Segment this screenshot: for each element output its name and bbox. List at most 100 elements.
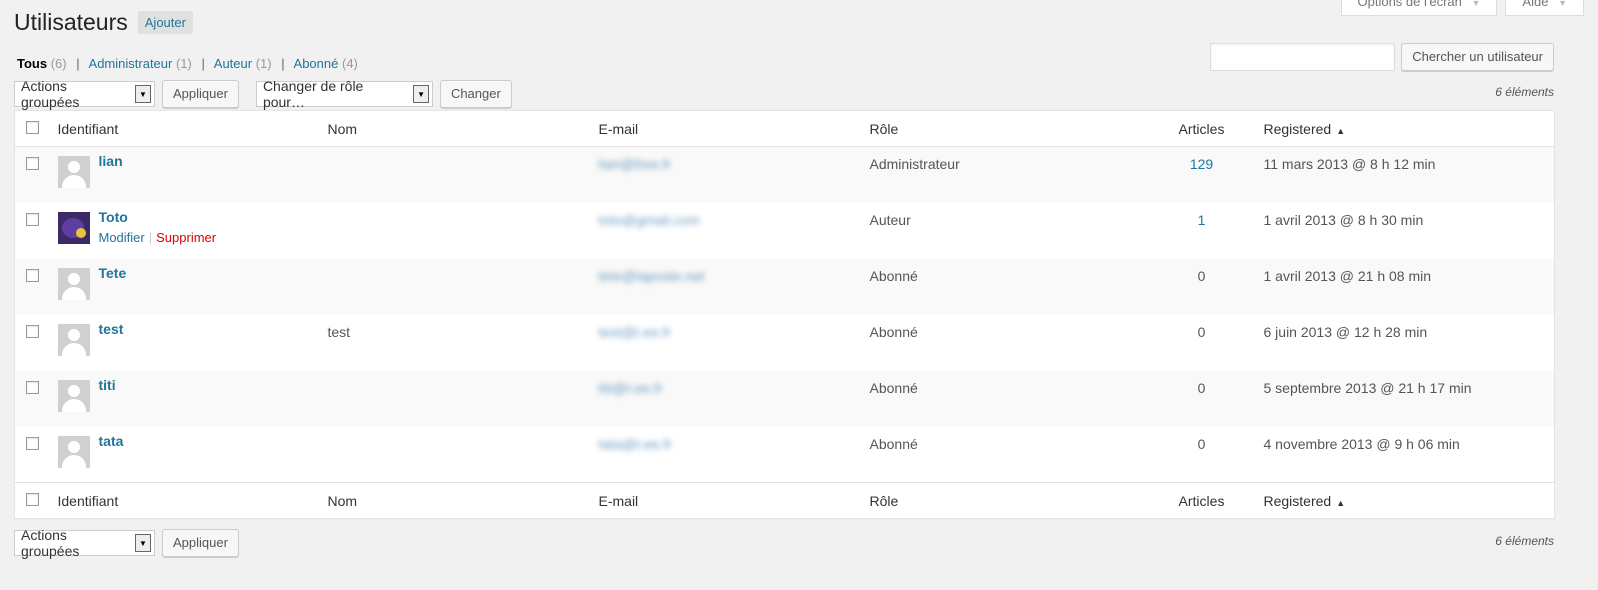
column-name[interactable]: Nom <box>327 482 599 519</box>
table-row: Tete tete@laposte.net Abonné 0 1 avril 2013 … <box>14 258 1555 315</box>
column-role: Rôle <box>869 110 1140 147</box>
user-role: Abonné <box>869 379 918 396</box>
avatar <box>57 379 90 412</box>
view-author-link[interactable]: Auteur <box>214 56 252 71</box>
username-link[interactable]: lian <box>99 153 123 169</box>
user-info: Toto Modifier | Supprimer <box>99 209 217 245</box>
user-info: lian <box>99 153 123 188</box>
table-row: Toto Modifier | Supprimer toto@gmail.com Aute… <box>15 203 1555 259</box>
posts-cell: 1 <box>1140 203 1264 259</box>
registered-cell: 1 avril 2013 @ 8 h 30 min <box>1264 203 1555 259</box>
view-subscriber-count: (4) <box>341 56 358 71</box>
email-cell: tata@t.ee.fr <box>599 427 870 483</box>
column-name[interactable]: Nom <box>327 110 599 147</box>
username-link[interactable]: titi <box>99 377 116 393</box>
row-checkbox[interactable] <box>26 157 39 170</box>
username-link[interactable]: test <box>99 321 124 337</box>
table-header-row: Identifiant Nom E-mail Rôle Articles Reg… <box>14 110 1555 147</box>
column-username[interactable]: Identifiant <box>57 110 328 147</box>
help-button[interactable]: Aide ▼ <box>1505 0 1584 16</box>
screen-options-button[interactable]: Options de l'écran ▼ <box>1340 0 1498 16</box>
email-cell: test@t.ee.fr <box>599 315 870 371</box>
search-users-button[interactable]: Chercher un utilisateur <box>1401 43 1554 71</box>
role-cell: Auteur <box>870 203 1140 259</box>
user-info: tata <box>99 433 124 468</box>
user-info: Tete <box>99 265 127 300</box>
table-footer-row: Identifiant Nom E-mail Rôle Articles Reg… <box>14 482 1555 519</box>
user-post-count[interactable]: 129 <box>1140 147 1264 172</box>
username-link[interactable]: Tete <box>99 265 127 281</box>
user-post-count[interactable]: 1 <box>1140 203 1264 228</box>
bulk-actions-value: Actions groupées <box>21 78 80 110</box>
column-email[interactable]: E-mail <box>598 110 870 147</box>
name-cell <box>328 203 599 259</box>
page-title: Utilisateurs <box>14 9 128 35</box>
apply-button[interactable]: Appliquer <box>162 80 239 108</box>
bulk-actions-select[interactable]: Actions groupées ▼ <box>14 78 155 110</box>
row-checkbox[interactable] <box>26 268 39 282</box>
user-post-count: 0 <box>1197 379 1206 396</box>
user-email-link[interactable]: titi@t.ee.fr <box>599 371 870 396</box>
username-link[interactable]: Toto <box>99 209 217 225</box>
username-cell: Toto Modifier | Supprimer <box>57 203 328 259</box>
view-administrator-link[interactable]: Administrateur <box>89 56 173 71</box>
delete-user-link[interactable]: Supprimer <box>156 230 216 245</box>
users-table-body: lian lian@free.fr Administrateur 129 11 mars… <box>14 146 1555 483</box>
apply-button[interactable]: Appliquer <box>162 529 239 557</box>
column-registered-label: Registered <box>1263 492 1332 509</box>
user-email-link[interactable]: test@t.ee.fr <box>599 315 870 340</box>
chevron-down-icon: ▼ <box>1471 0 1481 8</box>
posts-cell: 0 <box>1140 371 1264 427</box>
avatar-head-shape <box>67 328 80 341</box>
row-checkbox[interactable] <box>26 380 39 394</box>
view-all-count: (6) <box>50 56 67 71</box>
page-header: Utilisateurs Ajouter <box>14 8 193 36</box>
avatar-body-shape <box>61 454 86 468</box>
add-user-button[interactable]: Ajouter <box>137 10 193 34</box>
items-count-top: 6 éléments <box>1495 85 1554 99</box>
edit-user-link[interactable]: Modifier <box>99 230 145 245</box>
registered-cell: 1 avril 2013 @ 21 h 08 min <box>1264 259 1555 315</box>
role-filter-views: Tous (6) | Administrateur (1) | Auteur (… <box>17 56 358 71</box>
registered-cell: 11 mars 2013 @ 8 h 12 min <box>1264 147 1555 203</box>
select-all-checkbox[interactable] <box>26 492 39 506</box>
username-cell: test <box>57 315 328 371</box>
bulk-actions-select[interactable]: Actions groupées ▼ <box>14 527 155 559</box>
user-email-link[interactable]: lian@free.fr <box>599 147 870 172</box>
table-row: tata tata@t.ee.fr Abonné 0 4 novembre 2013 @… <box>15 427 1555 483</box>
separator: | <box>201 56 205 71</box>
user-registered-date: 6 juin 2013 @ 12 h 28 min <box>1263 323 1428 340</box>
registered-cell: 5 septembre 2013 @ 21 h 17 min <box>1264 371 1555 427</box>
change-role-button[interactable]: Changer <box>439 80 512 108</box>
row-checkbox[interactable] <box>26 324 39 338</box>
view-all-link[interactable]: Tous <box>17 56 47 71</box>
user-role: Auteur <box>869 211 911 228</box>
column-registered[interactable]: Registered ▲ <box>1263 110 1555 147</box>
user-email-link[interactable]: tata@t.ee.fr <box>599 427 870 452</box>
table-row: titi titi@t.ee.fr Abonné 0 5 septembre 2013 … <box>14 370 1555 427</box>
column-registered[interactable]: Registered ▲ <box>1263 482 1555 519</box>
row-checkbox[interactable] <box>26 436 39 450</box>
email-cell: titi@t.ee.fr <box>599 371 870 427</box>
change-role-select[interactable]: Changer de rôle pour… ▼ <box>255 78 433 110</box>
column-username[interactable]: Identifiant <box>57 482 328 519</box>
name-cell <box>328 259 599 315</box>
select-all-cell <box>14 110 58 147</box>
user-email-link[interactable]: tete@laposte.net <box>599 259 870 284</box>
sort-ascending-icon: ▲ <box>1336 497 1346 508</box>
view-administrator-count: (1) <box>175 56 192 71</box>
avatar-head-shape <box>67 161 80 173</box>
username-link[interactable]: tata <box>99 433 124 449</box>
select-all-cell <box>14 482 58 519</box>
user-email-link[interactable]: toto@gmail.com <box>599 203 870 228</box>
posts-cell: 129 <box>1140 147 1264 203</box>
search-input[interactable] <box>1210 43 1396 71</box>
sort-ascending-icon: ▲ <box>1336 125 1346 136</box>
view-subscriber-link[interactable]: Abonné <box>294 56 339 71</box>
column-email[interactable]: E-mail <box>598 482 870 519</box>
tablenav-top: Actions groupées ▼ Appliquer Changer de … <box>14 78 512 110</box>
posts-cell: 0 <box>1140 259 1264 315</box>
row-checkbox[interactable] <box>26 212 39 226</box>
select-all-checkbox[interactable] <box>26 120 39 134</box>
column-posts: Articles <box>1139 482 1264 519</box>
